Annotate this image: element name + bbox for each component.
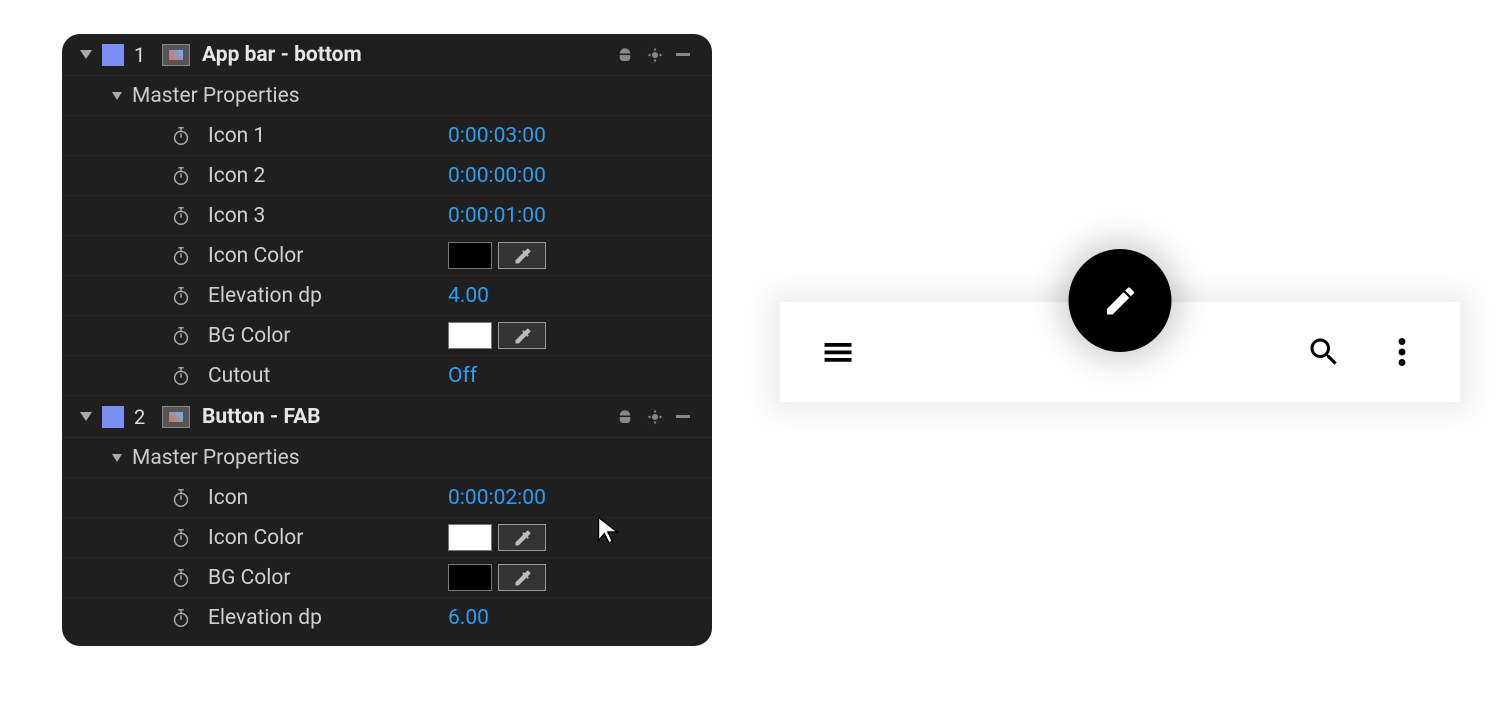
property-row-icon-3: Icon 3 0:00:01:00 — [62, 196, 712, 236]
property-value[interactable]: 0:00:03:00 — [448, 124, 546, 148]
eyedropper-button[interactable] — [498, 564, 546, 591]
timeline-panel: 1 App bar - bottom Master Properties Ico… — [62, 34, 712, 646]
eyedropper-button[interactable] — [498, 322, 546, 349]
color-swatch[interactable] — [448, 322, 492, 349]
layer-row-2[interactable]: 2 Button - FAB — [62, 396, 712, 438]
fab-button[interactable] — [1069, 249, 1172, 352]
property-name: Icon — [208, 486, 448, 510]
stopwatch-icon[interactable] — [170, 205, 192, 227]
collapse-transforms-icon[interactable] — [646, 408, 664, 426]
disclose-icon[interactable] — [80, 50, 92, 59]
stopwatch-icon[interactable] — [170, 165, 192, 187]
property-name: BG Color — [208, 566, 448, 590]
property-value[interactable]: 0:00:01:00 — [448, 204, 546, 228]
color-swatch[interactable] — [448, 524, 492, 551]
disclose-icon[interactable] — [80, 412, 92, 421]
layer-name[interactable]: App bar - bottom — [202, 43, 616, 67]
property-name: Icon 1 — [208, 124, 448, 148]
layer-row-1[interactable]: 1 App bar - bottom — [62, 34, 712, 76]
effects-icon[interactable] — [616, 46, 634, 64]
stopwatch-icon[interactable] — [170, 527, 192, 549]
effects-icon[interactable] — [616, 408, 634, 426]
stopwatch-icon[interactable] — [170, 245, 192, 267]
color-swatch[interactable] — [448, 564, 492, 591]
stopwatch-icon[interactable] — [170, 607, 192, 629]
property-name: Cutout — [208, 364, 448, 388]
property-row-bg-color: BG Color — [62, 558, 712, 598]
property-name: Icon Color — [208, 526, 448, 550]
property-row-icon-1: Icon 1 0:00:03:00 — [62, 116, 712, 156]
app-bar-bottom — [780, 302, 1460, 402]
comp-layer-icon — [162, 44, 190, 66]
stopwatch-icon[interactable] — [170, 125, 192, 147]
property-row-cutout: Cutout Off — [62, 356, 712, 396]
property-row-elevation: Elevation dp 6.00 — [62, 598, 712, 638]
collapse-transforms-icon[interactable] — [646, 46, 664, 64]
master-properties-label: Master Properties — [132, 84, 300, 108]
edit-icon — [1102, 283, 1138, 319]
stopwatch-icon[interactable] — [170, 567, 192, 589]
property-value[interactable]: 0:00:00:00 — [448, 164, 546, 188]
property-row-icon-2: Icon 2 0:00:00:00 — [62, 156, 712, 196]
layer-switch-dash[interactable] — [676, 53, 690, 56]
eyedropper-button[interactable] — [498, 242, 546, 269]
master-properties-label: Master Properties — [132, 446, 300, 470]
property-value[interactable]: Off — [448, 364, 477, 388]
stopwatch-icon[interactable] — [170, 487, 192, 509]
master-properties-group[interactable]: Master Properties — [62, 438, 712, 478]
stopwatch-icon[interactable] — [170, 285, 192, 307]
property-value[interactable]: 4.00 — [448, 284, 489, 308]
property-value[interactable]: 6.00 — [448, 606, 489, 630]
menu-icon[interactable] — [820, 334, 856, 370]
layer-index: 2 — [134, 405, 162, 429]
layer-name[interactable]: Button - FAB — [202, 405, 616, 429]
property-row-bg-color: BG Color — [62, 316, 712, 356]
color-swatch[interactable] — [448, 242, 492, 269]
layer-color-swatch[interactable] — [102, 44, 124, 66]
layer-switch-dash[interactable] — [676, 415, 690, 418]
property-name: Elevation dp — [208, 284, 448, 308]
property-name: Icon 3 — [208, 204, 448, 228]
property-row-icon: Icon 0:00:02:00 — [62, 478, 712, 518]
property-name: Icon 2 — [208, 164, 448, 188]
search-icon[interactable] — [1306, 334, 1342, 370]
property-value[interactable]: 0:00:02:00 — [448, 486, 546, 510]
disclose-icon[interactable] — [112, 454, 122, 462]
property-row-elevation: Elevation dp 4.00 — [62, 276, 712, 316]
more-vert-icon[interactable] — [1384, 334, 1420, 370]
stopwatch-icon[interactable] — [170, 365, 192, 387]
comp-layer-icon — [162, 406, 190, 428]
property-name: BG Color — [208, 324, 448, 348]
eyedropper-button[interactable] — [498, 524, 546, 551]
layer-index: 1 — [134, 43, 162, 67]
property-row-icon-color: Icon Color — [62, 236, 712, 276]
preview-canvas — [780, 238, 1460, 402]
stopwatch-icon[interactable] — [170, 325, 192, 347]
cursor-icon — [595, 515, 623, 543]
property-name: Icon Color — [208, 244, 448, 268]
property-name: Elevation dp — [208, 606, 448, 630]
layer-color-swatch[interactable] — [102, 406, 124, 428]
disclose-icon[interactable] — [112, 92, 122, 100]
master-properties-group[interactable]: Master Properties — [62, 76, 712, 116]
